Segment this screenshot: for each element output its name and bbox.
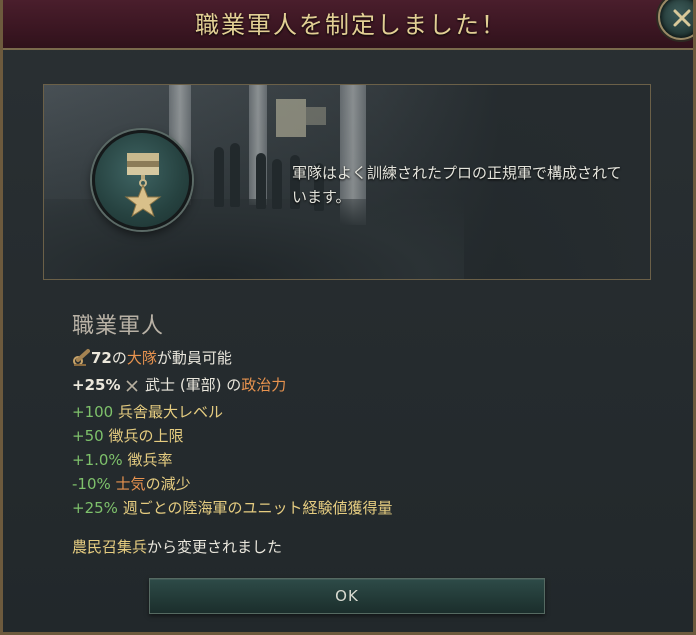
political-strength-link[interactable]: 政治力 [241, 376, 286, 394]
changed-text: から変更されました [147, 538, 283, 556]
effect-value: +1.0% [72, 451, 123, 469]
effect-conscription-rate: +1.0% 徴兵率 [72, 448, 393, 472]
morale-link[interactable]: 士気 [116, 475, 146, 493]
effect-text: 徴兵率 [127, 451, 173, 469]
effect-conscription-limit: +50 徴兵の上限 [72, 424, 393, 448]
crossed-swords-icon [125, 376, 139, 400]
effect-text: 武士 (軍部) の [145, 376, 242, 394]
effect-text: の減少 [145, 475, 191, 493]
dialog-title: 職業軍人を制定しました！ [195, 11, 507, 39]
effect-barracks-level: +100 兵舎最大レベル [72, 400, 393, 424]
dialog-titlebar: 職業軍人を制定しました！ [3, 0, 693, 50]
effect-value: +50 [72, 427, 104, 445]
cannon-icon [72, 348, 90, 373]
effect-value: +25% [72, 376, 121, 394]
decree-effects: 職業軍人 72の大隊が動員可能 +25% 武士 (軍部) の政治力 +100 兵… [72, 308, 393, 520]
close-x-icon [673, 9, 691, 27]
effect-text: 週ごとの陸海軍のユニット経験値獲得量 [122, 499, 393, 517]
battalion-link[interactable]: 大隊 [127, 349, 157, 367]
effect-unit-experience: +25% 週ごとの陸海軍のユニット経験値獲得量 [72, 496, 393, 520]
decree-description: 軍隊はよく訓練されたプロの正規軍で構成されています。 [292, 164, 622, 206]
battalion-count: 72 [91, 349, 112, 367]
decree-dialog: 職業軍人を制定しました！ 軍隊はよく訓練されたプロの正規軍で構成されています。 … [0, 0, 696, 635]
decree-name: 職業軍人 [72, 314, 165, 339]
military-star-medal-icon [92, 130, 192, 230]
effect-text: 徴兵の上限 [108, 427, 184, 445]
effect-value: +100 [72, 403, 114, 421]
decree-illustration-banner: 軍隊はよく訓練されたプロの正規軍で構成されています。 [43, 84, 651, 280]
changed-from-note: 農民召集兵から変更されました [72, 536, 282, 557]
effect-political-strength: +25% 武士 (軍部) の政治力 [72, 373, 393, 400]
previous-law-name: 農民召集兵 [72, 538, 148, 556]
battalion-mid-text: の [111, 349, 127, 367]
effect-text: 兵舎最大レベル [117, 403, 223, 421]
effect-morale-loss: -10% 士気の減少 [72, 472, 393, 496]
battalion-line: 72の大隊が動員可能 [72, 346, 393, 373]
effect-value: -10% [72, 475, 111, 493]
ok-button[interactable]: OK [149, 578, 545, 614]
effect-value: +25% [72, 499, 118, 517]
battalion-rest-text: が動員可能 [156, 349, 232, 367]
